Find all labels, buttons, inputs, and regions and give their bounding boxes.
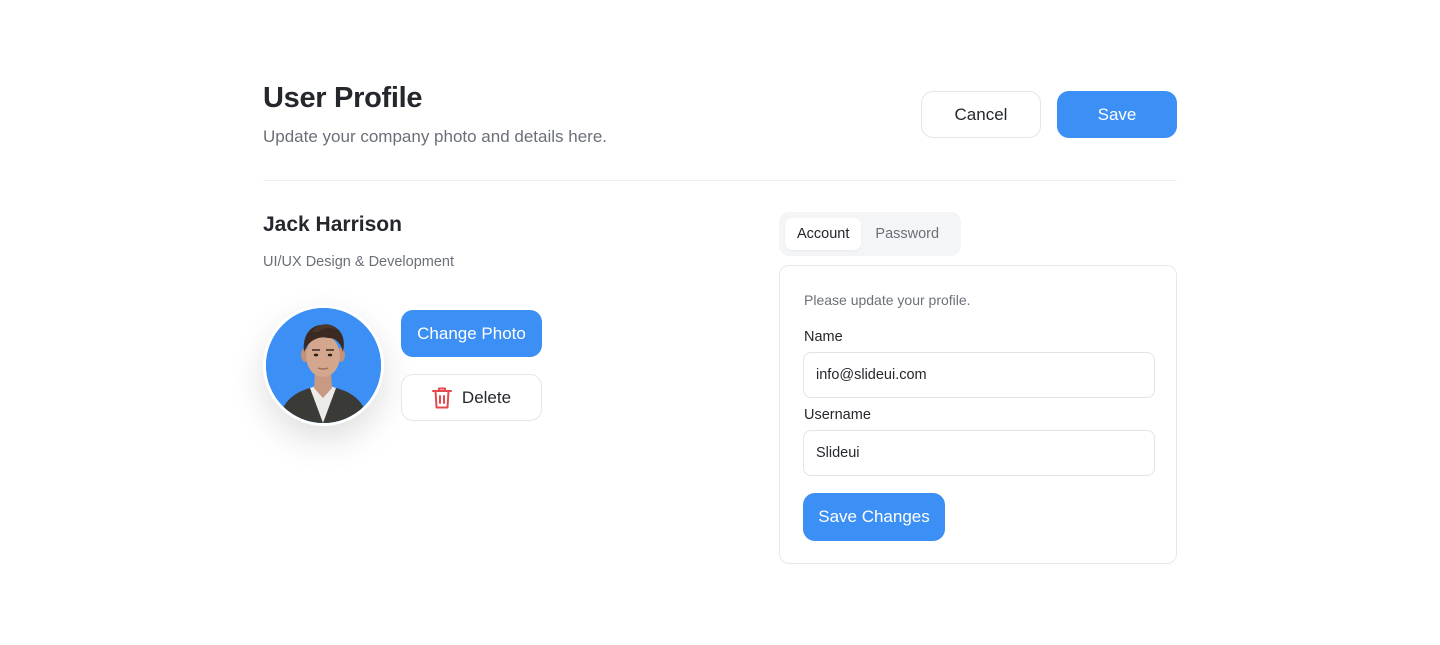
trash-icon — [431, 387, 452, 409]
tab-account[interactable]: Account — [785, 218, 862, 250]
cancel-button[interactable]: Cancel — [921, 91, 1041, 138]
name-label: Name — [804, 329, 843, 345]
tab-password[interactable]: Password — [863, 218, 951, 250]
delete-photo-button[interactable]: Delete — [401, 374, 542, 421]
delete-label: Delete — [461, 387, 512, 407]
user-name: Jack Harrison — [263, 213, 402, 236]
profile-tabs: Account Password — [779, 212, 961, 256]
save-changes-button[interactable]: Save Changes — [803, 493, 945, 541]
username-label: Username — [804, 407, 871, 423]
page-title: User Profile — [263, 82, 423, 114]
user-role: UI/UX Design & Development — [263, 254, 454, 270]
username-field[interactable] — [803, 430, 1155, 476]
form-hint: Please update your profile. — [804, 292, 971, 308]
page-subtitle: Update your company photo and details he… — [263, 127, 608, 146]
avatar — [263, 305, 384, 426]
avatar-portrait — [266, 308, 381, 423]
change-photo-button[interactable]: Change Photo — [401, 310, 542, 357]
name-field[interactable] — [803, 352, 1155, 398]
save-button[interactable]: Save — [1057, 91, 1177, 138]
header-divider — [263, 180, 1177, 181]
account-form-card: Please update your profile. Name Usernam… — [779, 265, 1177, 564]
